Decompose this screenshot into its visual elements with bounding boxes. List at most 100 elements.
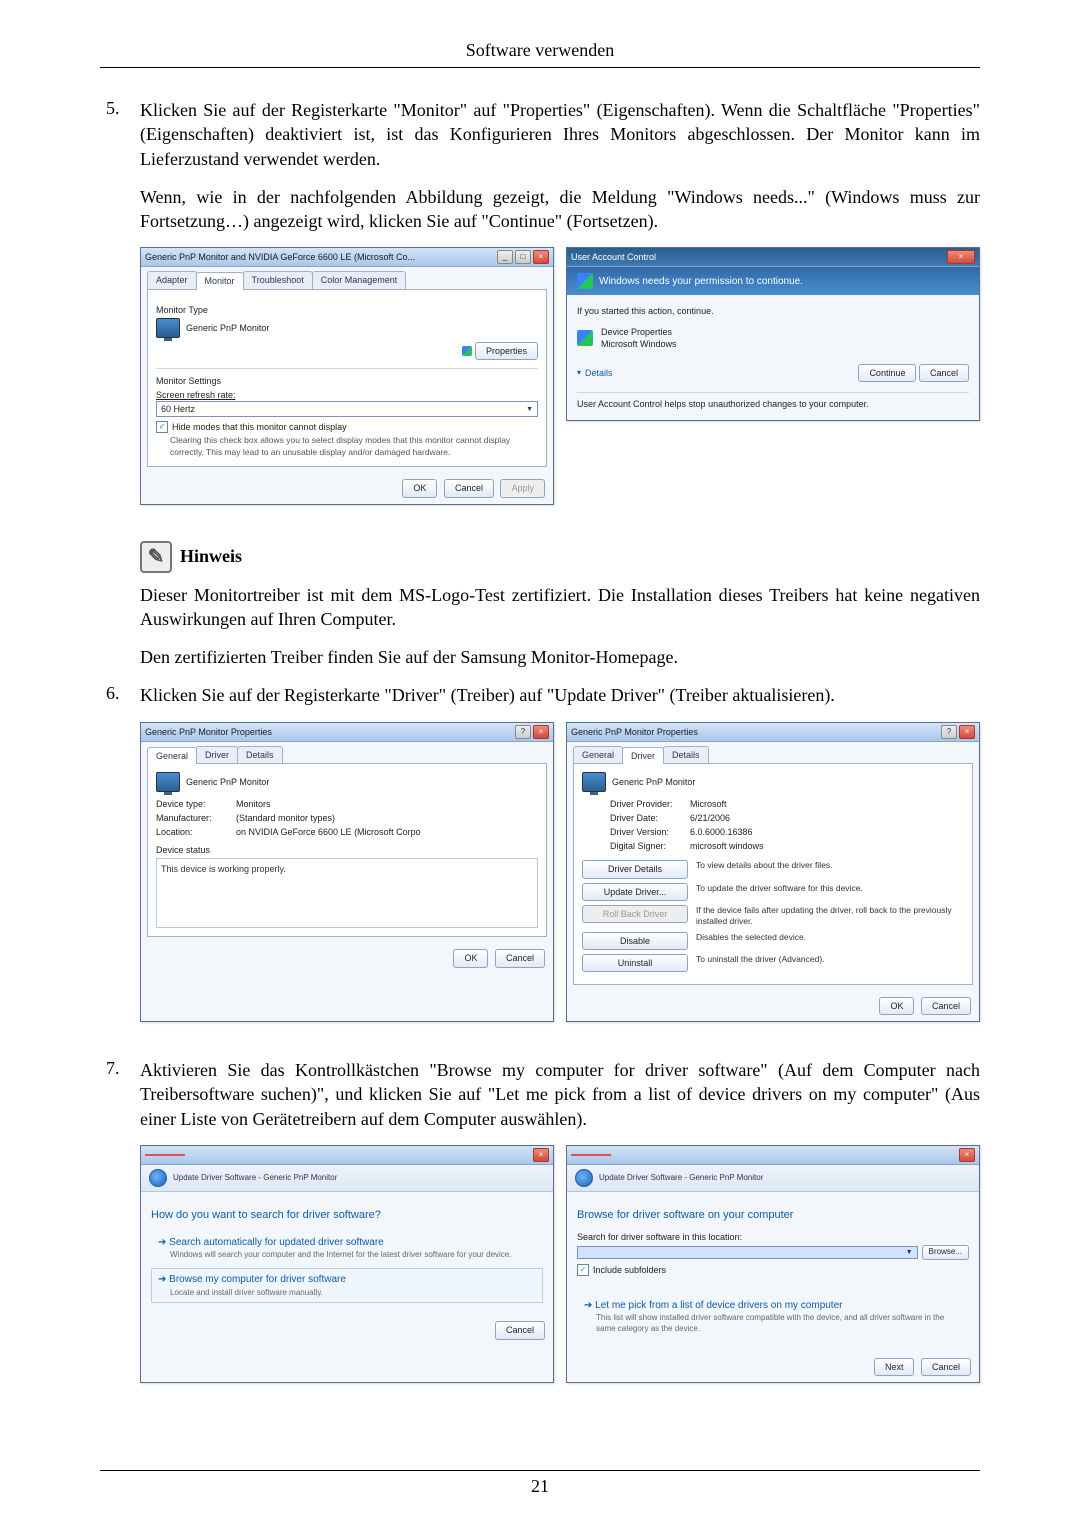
tab-driver[interactable]: Driver: [196, 746, 238, 763]
tab-details[interactable]: Details: [663, 746, 709, 763]
button-description: Disables the selected device.: [696, 932, 964, 943]
option-label: Browse my computer for driver software: [169, 1274, 346, 1285]
cancel-button[interactable]: Cancel: [921, 997, 971, 1015]
disable-button[interactable]: Disable: [582, 932, 688, 950]
tab-monitor[interactable]: Monitor: [196, 272, 244, 289]
chevron-down-icon: ▼: [906, 1248, 913, 1257]
help-icon[interactable]: ?: [941, 725, 957, 739]
search-location-label: Search for driver software in this locat…: [577, 1231, 969, 1243]
cancel-button[interactable]: Cancel: [919, 364, 969, 382]
include-subfolders-label: Include subfolders: [593, 1264, 666, 1276]
kv-value: Microsoft: [690, 798, 727, 810]
device-status-text: This device is working properly.: [161, 864, 286, 874]
properties-button[interactable]: Properties: [475, 342, 538, 360]
note-icon: ✎: [140, 541, 172, 573]
include-subfolders-checkbox[interactable]: ✓: [577, 1264, 589, 1276]
monitor-icon: [156, 318, 180, 338]
kv-value: microsoft windows: [690, 840, 764, 852]
minimize-icon[interactable]: _: [497, 250, 513, 264]
step-5-text-1: Klicken Sie auf der Registerkarte "Monit…: [140, 98, 980, 171]
step-5-number: 5.: [100, 98, 140, 119]
ok-button[interactable]: OK: [453, 949, 488, 967]
title-decoration: [571, 1154, 611, 1156]
step-6-number: 6.: [100, 683, 140, 704]
cancel-button[interactable]: Cancel: [921, 1358, 971, 1376]
browse-button[interactable]: Browse...: [922, 1245, 969, 1260]
device-status-box: This device is working properly.: [156, 858, 538, 928]
ok-button[interactable]: OK: [402, 479, 437, 497]
option-label: Let me pick from a list of device driver…: [595, 1300, 842, 1311]
dialog-update-driver-browse: × Update Driver Software - Generic PnP M…: [566, 1145, 980, 1383]
dialog-title: Generic PnP Monitor Properties: [571, 726, 698, 738]
dialog-title: Generic PnP Monitor and NVIDIA GeForce 6…: [145, 251, 415, 263]
close-icon[interactable]: ×: [959, 1148, 975, 1162]
close-icon[interactable]: ×: [959, 725, 975, 739]
hinweis-text-1: Dieser Monitortreiber ist mit dem MS-Log…: [140, 583, 980, 632]
tab-general[interactable]: General: [573, 746, 623, 763]
wizard-heading: How do you want to search for driver sof…: [151, 1208, 543, 1223]
hinweis-text-2: Den zertifizierten Treiber finden Sie au…: [140, 645, 980, 669]
option-search-auto[interactable]: ➔ Search automatically for updated drive…: [151, 1231, 543, 1266]
kv-key: Driver Version:: [610, 826, 690, 838]
monitor-settings-label: Monitor Settings: [156, 375, 538, 387]
apply-button[interactable]: Apply: [500, 479, 545, 497]
breadcrumb: Update Driver Software - Generic PnP Mon…: [599, 1173, 763, 1184]
driver-details-button[interactable]: Driver Details: [582, 860, 688, 878]
back-icon[interactable]: [149, 1169, 167, 1187]
step-6-text: Klicken Sie auf der Registerkarte "Drive…: [140, 683, 980, 707]
dialog-properties-driver: Generic PnP Monitor Properties ? × Gener…: [566, 722, 980, 1022]
tab-color-management[interactable]: Color Management: [312, 271, 407, 288]
uninstall-button[interactable]: Uninstall: [582, 954, 688, 972]
dialog-properties-general: Generic PnP Monitor Properties ? × Gener…: [140, 722, 554, 1022]
uac-if-you-started: If you started this action, continue.: [577, 305, 969, 317]
refresh-rate-select[interactable]: 60 Hertz ▼: [156, 401, 538, 417]
refresh-rate-value: 60 Hertz: [161, 403, 195, 415]
step-5-text-2: Wenn, wie in der nachfolgenden Abbildung…: [140, 185, 980, 234]
location-select[interactable]: ▼: [577, 1246, 918, 1259]
monitor-icon: [156, 772, 180, 792]
help-icon[interactable]: ?: [515, 725, 531, 739]
tab-details[interactable]: Details: [237, 746, 283, 763]
update-driver-button[interactable]: Update Driver...: [582, 883, 688, 901]
cancel-button[interactable]: Cancel: [495, 1321, 545, 1339]
ok-button[interactable]: OK: [879, 997, 914, 1015]
shield-icon: [577, 273, 593, 289]
tab-troubleshoot[interactable]: Troubleshoot: [243, 271, 313, 288]
maximize-icon[interactable]: □: [515, 250, 531, 264]
details-link[interactable]: Details: [585, 367, 613, 379]
tab-general[interactable]: General: [147, 747, 197, 764]
tab-adapter[interactable]: Adapter: [147, 271, 197, 288]
uac-publisher: Microsoft Windows: [601, 338, 677, 350]
step-5: 5. Klicken Sie auf der Registerkarte "Mo…: [100, 98, 980, 523]
dialog-title: Generic PnP Monitor Properties: [145, 726, 272, 738]
close-icon[interactable]: ×: [533, 725, 549, 739]
kv-key: Manufacturer:: [156, 812, 236, 824]
close-icon[interactable]: ×: [947, 250, 975, 264]
hide-modes-label: Hide modes that this monitor cannot disp…: [172, 421, 347, 433]
step-6: 6. Klicken Sie auf der Registerkarte "Dr…: [100, 683, 980, 1040]
kv-value: (Standard monitor types): [236, 812, 335, 824]
roll-back-driver-button[interactable]: Roll Back Driver: [582, 905, 688, 923]
button-description: To uninstall the driver (Advanced).: [696, 954, 964, 965]
option-browse-computer[interactable]: ➔ Browse my computer for driver software…: [151, 1268, 543, 1303]
kv-value: on NVIDIA GeForce 6600 LE (Microsoft Cor…: [236, 826, 421, 838]
chevron-down-icon[interactable]: ▾: [577, 368, 581, 379]
next-button[interactable]: Next: [874, 1358, 915, 1376]
close-icon[interactable]: ×: [533, 1148, 549, 1162]
cancel-button[interactable]: Cancel: [444, 479, 494, 497]
tab-driver[interactable]: Driver: [622, 747, 664, 764]
hide-modes-checkbox[interactable]: ✓: [156, 421, 168, 433]
kv-key: Driver Provider:: [610, 798, 690, 810]
app-icon: [577, 330, 593, 346]
wizard-heading: Browse for driver software on your compu…: [577, 1208, 969, 1223]
close-icon[interactable]: ×: [533, 250, 549, 264]
dialog-uac: User Account Control × Windows needs you…: [566, 247, 980, 420]
dialog-monitor-settings: Generic PnP Monitor and NVIDIA GeForce 6…: [140, 247, 554, 504]
kv-key: Location:: [156, 826, 236, 838]
monitor-icon: [582, 772, 606, 792]
continue-button[interactable]: Continue: [858, 364, 916, 382]
cancel-button[interactable]: Cancel: [495, 949, 545, 967]
breadcrumb: Update Driver Software - Generic PnP Mon…: [173, 1173, 337, 1184]
option-let-me-pick[interactable]: ➔ Let me pick from a list of device driv…: [577, 1294, 969, 1340]
back-icon[interactable]: [575, 1169, 593, 1187]
